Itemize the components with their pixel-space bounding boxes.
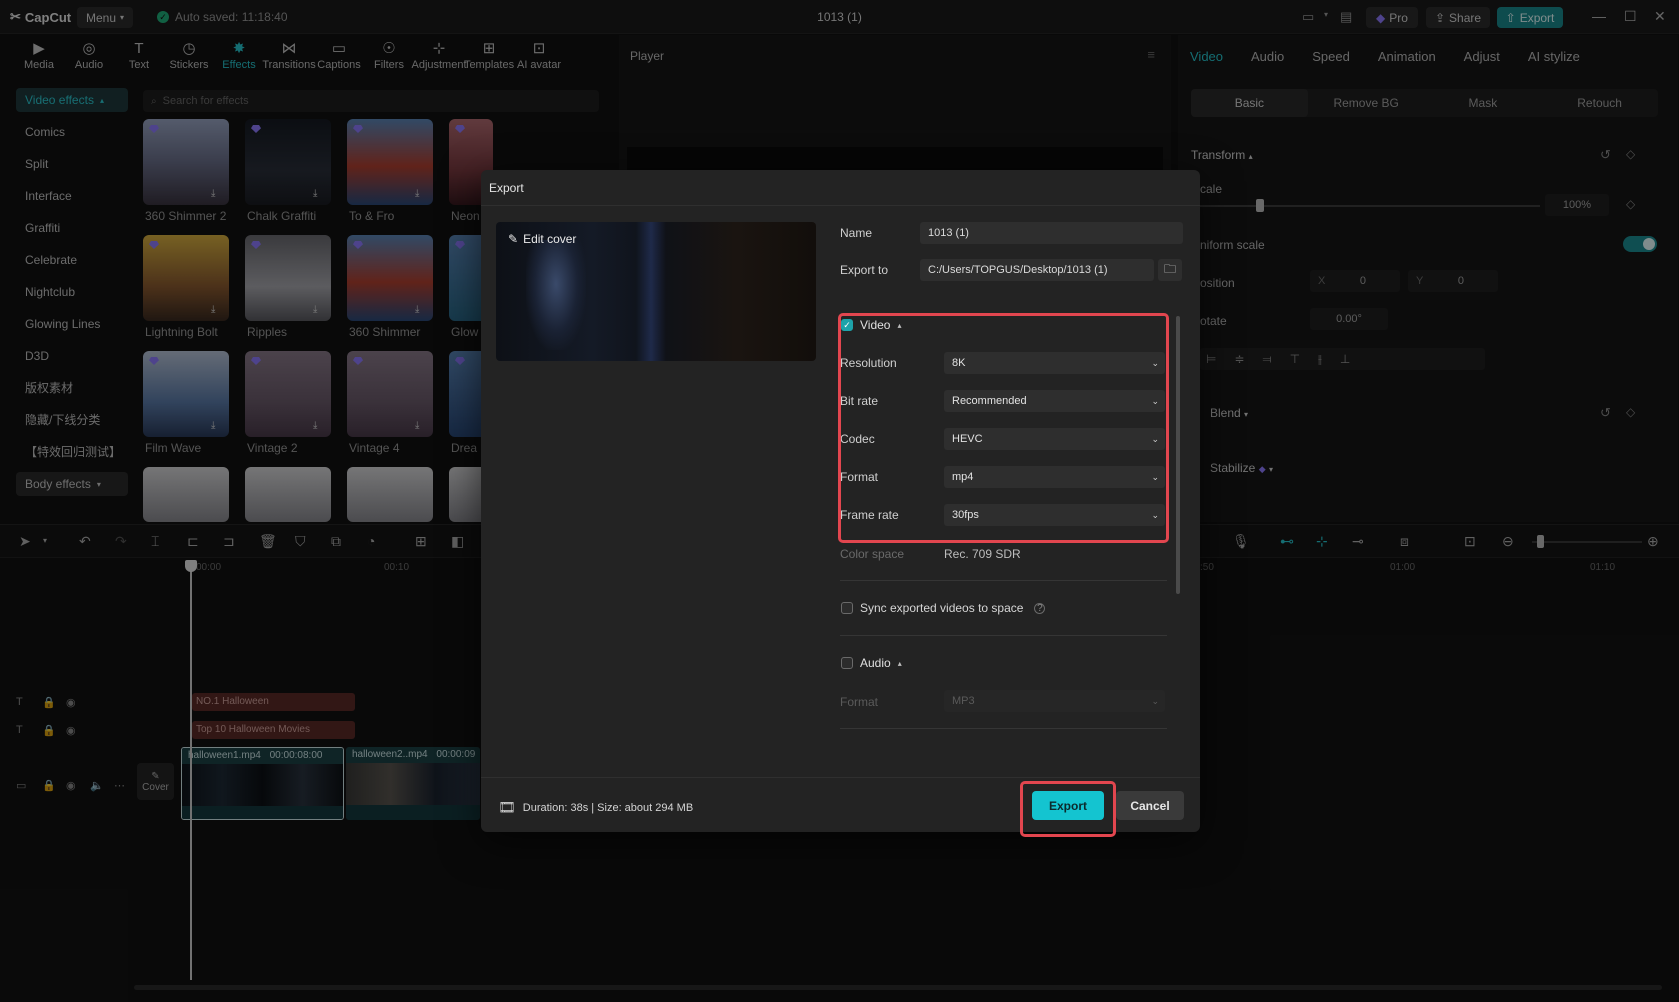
export-summary-text: Duration: 38s | Size: about 294 MB (522, 801, 694, 814)
cover-preview[interactable]: ✎ Edit cover (496, 222, 816, 361)
chevron-up-icon: ▴ (897, 658, 902, 668)
audio-section-toggle[interactable]: Audio ▴ (841, 656, 902, 670)
chevron-down-icon: ⌄ (1151, 395, 1159, 406)
resolution-value: 8K (952, 357, 966, 369)
export-summary: 🎞 Duration: 38s | Size: about 294 MB (498, 799, 693, 816)
film-icon: 🎞 (498, 799, 516, 815)
sync-checkbox[interactable] (841, 602, 853, 614)
name-input[interactable]: 1013 (1) (920, 222, 1183, 244)
pencil-icon: ✎ (508, 232, 519, 246)
cancel-button[interactable]: Cancel (1116, 791, 1184, 820)
chevron-down-icon: ⌄ (1151, 471, 1159, 482)
sync-option[interactable]: Sync exported videos to space ? (841, 601, 1046, 615)
export-to-label: Export to (840, 263, 889, 277)
divider (840, 580, 1167, 581)
preview-light (636, 222, 666, 361)
bitrate-select[interactable]: Recommended ⌄ (944, 390, 1165, 412)
divider (840, 635, 1167, 636)
video-section-toggle[interactable]: ✓ Video ▴ (841, 318, 902, 332)
chevron-up-icon: ▴ (897, 320, 902, 330)
format-value: mp4 (952, 471, 974, 483)
video-section-label: Video (860, 318, 891, 332)
chevron-down-icon: ⌄ (1151, 695, 1159, 706)
divider (840, 728, 1167, 729)
framerate-value: 30fps (952, 509, 979, 521)
resolution-select[interactable]: 8K ⌄ (944, 352, 1165, 374)
export-button[interactable]: Export (1032, 791, 1104, 820)
resolution-label: Resolution (840, 356, 897, 370)
name-label: Name (840, 226, 873, 240)
chevron-down-icon: ⌄ (1151, 357, 1159, 368)
help-icon[interactable]: ? (1034, 602, 1046, 614)
format-label: Format (840, 470, 879, 484)
bitrate-label: Bit rate (840, 394, 879, 408)
edit-cover-button[interactable]: ✎ Edit cover (508, 232, 576, 246)
chevron-down-icon: ⌄ (1151, 509, 1159, 520)
sync-label: Sync exported videos to space (860, 601, 1024, 615)
codec-value: HEVC (952, 433, 983, 445)
export-dialog-title: Export (489, 181, 524, 195)
audio-format-label: Format (840, 695, 879, 709)
bitrate-value: Recommended (952, 395, 1027, 407)
format-select[interactable]: mp4 ⌄ (944, 466, 1165, 488)
folder-button[interactable]: 🗀 (1158, 259, 1182, 281)
colorspace-value: Rec. 709 SDR (944, 547, 1021, 561)
edit-cover-label: Edit cover (523, 232, 577, 246)
audio-checkbox[interactable] (841, 657, 853, 669)
dialog-scrollbar[interactable] (1176, 316, 1180, 594)
video-checkbox[interactable]: ✓ (841, 319, 853, 331)
framerate-label: Frame rate (840, 508, 899, 522)
codec-label: Codec (840, 432, 875, 446)
audio-section-label: Audio (860, 656, 891, 670)
audio-format-select[interactable]: MP3 ⌄ (944, 690, 1165, 712)
colorspace-label: Color space (840, 547, 905, 561)
codec-select[interactable]: HEVC ⌄ (944, 428, 1165, 450)
export-path-input[interactable]: C:/Users/TOPGUS/Desktop/1013 (1) (920, 259, 1154, 281)
audio-format-value: MP3 (952, 695, 975, 707)
preview-figure (526, 240, 586, 350)
framerate-select[interactable]: 30fps ⌄ (944, 504, 1165, 526)
export-dialog-header: Export (481, 170, 1200, 206)
chevron-down-icon: ⌄ (1151, 433, 1159, 444)
folder-icon: 🗀 (1163, 261, 1176, 276)
